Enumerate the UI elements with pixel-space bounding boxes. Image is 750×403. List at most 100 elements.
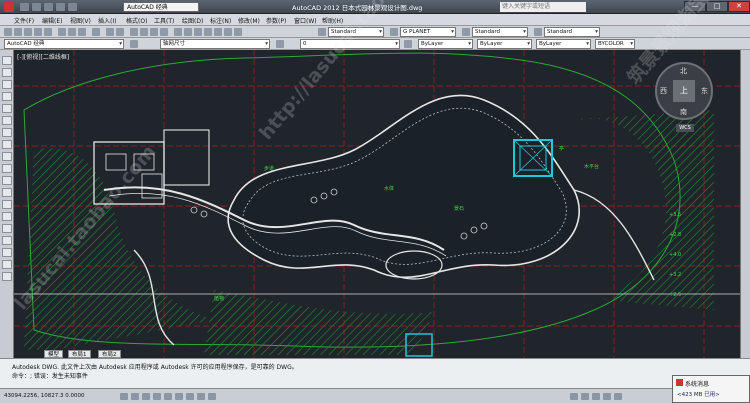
open-icon[interactable] (14, 28, 22, 36)
osnap-icon[interactable] (164, 393, 172, 400)
menu-dimension[interactable]: 标注(N) (210, 16, 231, 25)
compass-west[interactable]: 西 (660, 86, 667, 96)
tab-layout2[interactable]: 布局2 (98, 350, 121, 358)
zoom-icon[interactable] (140, 28, 148, 36)
print-icon[interactable] (34, 28, 42, 36)
menu-format[interactable]: 格式(O) (126, 16, 147, 25)
workspace-settings-icon[interactable] (130, 40, 138, 48)
menu-help[interactable]: 帮助(H) (322, 16, 343, 25)
dyn-icon[interactable] (197, 393, 205, 400)
tool-palettes-icon[interactable] (194, 28, 202, 36)
workspace-dropdown[interactable]: AutoCAD 经典 (4, 39, 124, 49)
snap-icon[interactable] (120, 393, 128, 400)
text-style-select[interactable]: Standard (328, 27, 384, 37)
menu-modify[interactable]: 修改(M) (238, 16, 260, 25)
new-icon[interactable] (4, 28, 12, 36)
wcs-menu[interactable]: WCS (676, 124, 694, 132)
sheet-set-icon[interactable] (204, 28, 212, 36)
search-input[interactable]: 键入关键字或短语 (500, 2, 586, 12)
viewport-controls[interactable]: [-][俯视][二维线框] (17, 52, 69, 61)
model-space-icon[interactable] (570, 393, 578, 400)
maximize-button[interactable]: □ (706, 1, 728, 12)
grid-icon[interactable] (131, 393, 139, 400)
design-center-icon[interactable] (184, 28, 192, 36)
menu-tools[interactable]: 工具(T) (154, 16, 174, 25)
clean-screen-icon[interactable] (614, 393, 622, 400)
match-properties-icon[interactable] (92, 28, 100, 36)
workspace-select[interactable]: AutoCAD 经典 (123, 2, 199, 12)
ducs-icon[interactable] (186, 393, 194, 400)
point-icon[interactable] (2, 212, 12, 221)
layer-select[interactable]: 0 (300, 39, 400, 49)
annotation-scale-icon[interactable] (581, 393, 589, 400)
paste-icon[interactable] (78, 28, 86, 36)
calculator-icon[interactable] (224, 28, 232, 36)
viewcube[interactable]: 北 南 西 东 上 (655, 62, 713, 120)
compass-south[interactable]: 南 (680, 107, 687, 117)
hatch-icon[interactable] (2, 224, 12, 233)
menu-file[interactable]: 文件(F) (14, 16, 34, 25)
cut-icon[interactable] (58, 28, 66, 36)
layer-manager-icon[interactable] (276, 40, 284, 48)
menu-view[interactable]: 视图(V) (70, 16, 91, 25)
menu-window[interactable]: 窗口(W) (294, 16, 317, 25)
mleader-style-select[interactable]: Standard (544, 27, 600, 37)
lock-icon[interactable] (603, 393, 611, 400)
revision-cloud-icon[interactable] (2, 140, 12, 149)
minimize-button[interactable]: — (684, 1, 706, 12)
redo-icon[interactable] (116, 28, 124, 36)
command-window[interactable]: Autodesk DWG. 此文件上次由 Autodesk 应用程序或 Auto… (0, 358, 750, 388)
undo-icon[interactable] (106, 28, 114, 36)
close-button[interactable]: ✕ (728, 1, 750, 12)
gradient-icon[interactable] (2, 236, 12, 245)
plot-style-select[interactable]: BYCOLOR (595, 39, 635, 49)
zoom-window-icon[interactable] (150, 28, 158, 36)
spline-icon[interactable] (2, 152, 12, 161)
coordinate-readout[interactable]: 43094.2256, 10827.3 0.0000 (4, 393, 84, 399)
ortho-icon[interactable] (142, 393, 150, 400)
preview-icon[interactable] (44, 28, 52, 36)
redo-icon[interactable] (68, 3, 77, 11)
circle-icon[interactable] (2, 128, 12, 137)
command-prompt[interactable]: 命令：; 错误：发生未知事件 (12, 371, 88, 380)
markup-icon[interactable] (214, 28, 222, 36)
new-file-icon[interactable] (20, 3, 29, 11)
tab-model[interactable]: 模型 (44, 350, 64, 358)
dim-style-select[interactable]: G PLANET (400, 27, 456, 37)
color-select[interactable]: ByLayer (418, 39, 473, 49)
make-block-icon[interactable] (2, 200, 12, 209)
workspace-switch-icon[interactable] (592, 393, 600, 400)
make-current-icon[interactable] (404, 40, 412, 48)
polygon-icon[interactable] (2, 92, 12, 101)
arc-icon[interactable] (2, 116, 12, 125)
system-notification[interactable]: 系统消息 <423 MB 已用> (672, 375, 750, 403)
compass-north[interactable]: 北 (680, 66, 687, 76)
save-icon[interactable] (24, 28, 32, 36)
table-style-select[interactable]: Standard (472, 27, 528, 37)
line-icon[interactable] (2, 56, 12, 65)
copy-icon[interactable] (68, 28, 76, 36)
tab-layout1[interactable]: 布局1 (68, 350, 91, 358)
pan-icon[interactable] (130, 28, 138, 36)
construction-line-icon[interactable] (2, 68, 12, 77)
open-file-icon[interactable] (32, 3, 41, 11)
application-menu-icon[interactable] (4, 2, 14, 12)
properties-icon[interactable] (174, 28, 182, 36)
drawing-canvas[interactable]: +3.5 +2.8 +4.0 +3.2 +2.5 水体 步道 景石 植物 木平台… (14, 50, 740, 358)
polar-icon[interactable] (153, 393, 161, 400)
compass-east[interactable]: 东 (701, 86, 708, 96)
undo-icon[interactable] (56, 3, 65, 11)
polyline-icon[interactable] (2, 80, 12, 89)
linetype-select[interactable]: ByLayer (477, 39, 532, 49)
insert-block-icon[interactable] (2, 188, 12, 197)
lineweight-icon[interactable] (208, 393, 216, 400)
zoom-previous-icon[interactable] (160, 28, 168, 36)
lineweight-select[interactable]: ByLayer (536, 39, 591, 49)
menu-parametric[interactable]: 参数(P) (266, 16, 286, 25)
dim-text-select[interactable]: 轴网尺寸 (160, 39, 270, 49)
otrack-icon[interactable] (175, 393, 183, 400)
rectangle-icon[interactable] (2, 104, 12, 113)
help-icon[interactable] (234, 28, 242, 36)
menu-edit[interactable]: 编辑(E) (42, 16, 62, 25)
mtext-icon[interactable] (2, 272, 12, 281)
